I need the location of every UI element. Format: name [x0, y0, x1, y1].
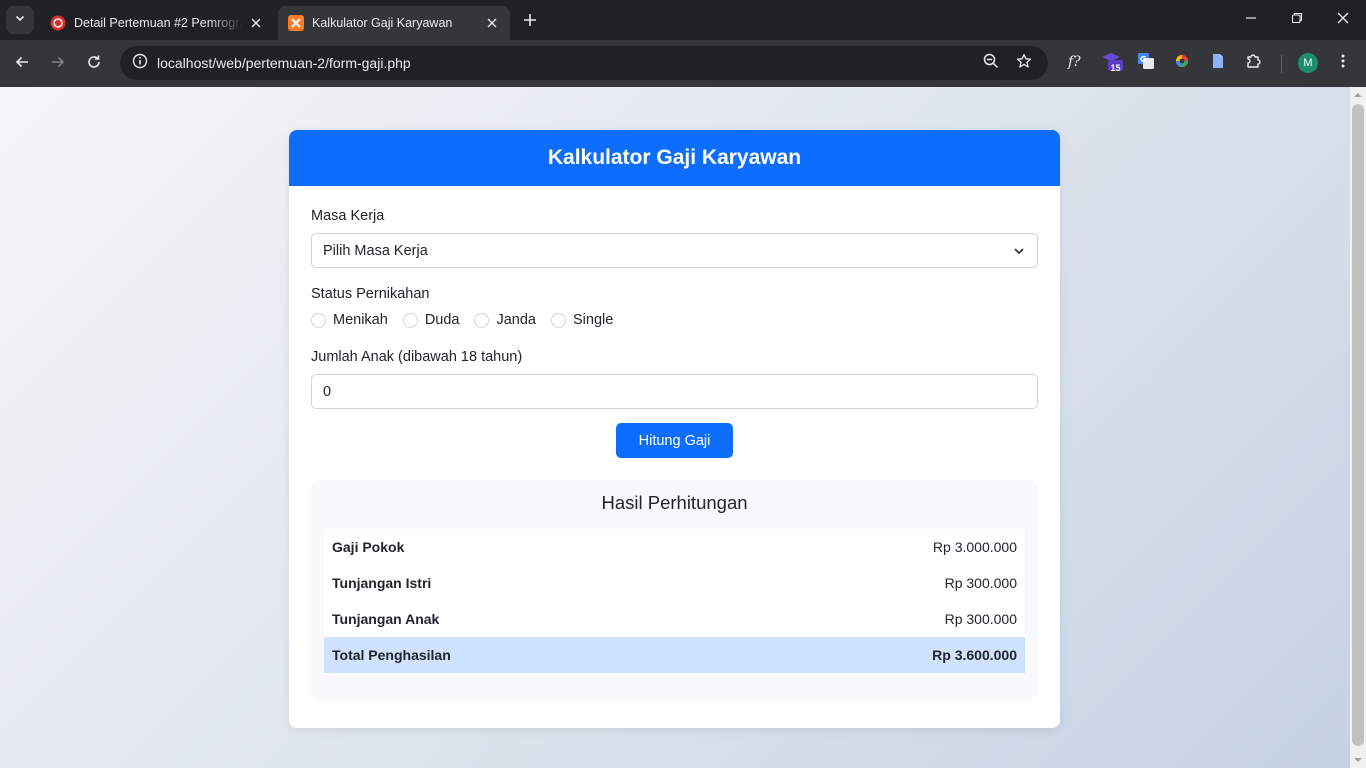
salary-calculator-card: Kalkulator Gaji Karyawan Masa Kerja Pili…: [289, 130, 1060, 728]
toolbar-divider: [1281, 55, 1282, 73]
formula-icon: f?: [1065, 52, 1083, 75]
tab-title: Detail Pertemuan #2 Pemrograman Web: [74, 16, 242, 30]
jumlah-anak-input[interactable]: 0: [311, 374, 1038, 409]
page-scrollbar[interactable]: [1350, 87, 1366, 768]
extension-formula-button[interactable]: f?: [1062, 51, 1086, 75]
tab-title: Kalkulator Gaji Karyawan: [312, 16, 453, 30]
form-body: Masa Kerja Pilih Masa Kerja Status Perni…: [289, 186, 1060, 700]
radio-button[interactable]: [474, 312, 490, 328]
bookmark-button[interactable]: [1012, 51, 1036, 75]
arrow-left-icon: [14, 54, 30, 75]
chevron-down-icon: [14, 11, 26, 29]
radio-button[interactable]: [402, 312, 418, 328]
extension-badge-button[interactable]: 15: [1100, 51, 1124, 75]
radio-janda[interactable]: Janda: [474, 312, 536, 328]
row-label: Tunjangan Istri: [332, 575, 432, 591]
status-radio-group: Menikah Duda Janda Single: [311, 310, 1038, 330]
radio-label: Single: [573, 312, 614, 328]
url-text: localhost/web/pertemuan-2/form-gaji.php: [157, 55, 411, 71]
row-value: Rp 300.000: [944, 611, 1017, 627]
minimize-button[interactable]: [1228, 0, 1274, 40]
close-icon[interactable]: [248, 15, 264, 31]
arrow-right-icon: [50, 54, 66, 75]
forward-button[interactable]: [44, 50, 72, 78]
document-icon: [1210, 53, 1226, 74]
restore-icon: [1291, 11, 1303, 29]
star-icon: [1016, 53, 1032, 74]
close-icon[interactable]: [484, 15, 500, 31]
extension-docs-button[interactable]: [1206, 51, 1230, 75]
row-label: Tunjangan Anak: [332, 611, 440, 627]
table-row: Tunjangan Istri Rp 300.000: [324, 565, 1025, 601]
tab-search-button[interactable]: [6, 6, 34, 34]
favicon-red-icon: [50, 15, 66, 31]
extension-color-button[interactable]: [1170, 51, 1194, 75]
scroll-down-button[interactable]: [1350, 752, 1366, 768]
radio-label: Janda: [496, 312, 536, 328]
extensions-menu-button[interactable]: [1242, 51, 1266, 75]
window-close-button[interactable]: [1320, 0, 1366, 40]
tab-kalkulator-gaji[interactable]: Kalkulator Gaji Karyawan: [278, 6, 510, 40]
translate-icon: G: [1137, 52, 1155, 75]
reload-icon: [86, 54, 102, 75]
more-vertical-icon: [1335, 53, 1351, 74]
svg-text:f?: f?: [1067, 54, 1081, 70]
button-row: Hitung Gaji: [311, 423, 1038, 458]
radio-button[interactable]: [311, 312, 326, 328]
zoom-out-icon: [983, 53, 999, 74]
browser-tab-strip: Detail Pertemuan #2 Pemrograman Web Kalk…: [0, 0, 1366, 40]
total-value: Rp 3.600.000: [932, 647, 1017, 663]
table-row: Gaji Pokok Rp 3.000.000: [324, 529, 1025, 565]
chevron-down-icon: [1013, 245, 1025, 261]
triangle-up-icon: [1354, 86, 1362, 104]
masa-kerja-label: Masa Kerja: [311, 208, 385, 224]
reload-button[interactable]: [80, 50, 108, 78]
back-button[interactable]: [8, 50, 36, 78]
puzzle-icon: [1245, 52, 1263, 75]
page-viewport: Kalkulator Gaji Karyawan Masa Kerja Pili…: [0, 87, 1350, 768]
scroll-thumb[interactable]: [1352, 104, 1364, 746]
tab-detail-pertemuan[interactable]: Detail Pertemuan #2 Pemrograman Web: [40, 6, 274, 40]
row-value: Rp 3.000.000: [932, 539, 1017, 555]
zoom-button[interactable]: [979, 51, 1003, 75]
triangle-down-icon: [1354, 751, 1362, 768]
radio-button[interactable]: [551, 312, 566, 328]
new-tab-button[interactable]: [518, 10, 542, 34]
xampp-icon: [288, 15, 304, 31]
total-row: Total Penghasilan Rp 3.600.000: [324, 637, 1025, 673]
row-value: Rp 300.000: [944, 575, 1017, 591]
plus-icon: [523, 13, 537, 32]
result-title: Hasil Perhitungan: [601, 492, 748, 513]
jumlah-anak-label: Jumlah Anak (dibawah 18 tahun): [311, 349, 523, 365]
masa-kerja-select[interactable]: Pilih Masa Kerja: [311, 233, 1038, 268]
table-row: Tunjangan Anak Rp 300.000: [324, 601, 1025, 637]
radio-menikah[interactable]: Menikah: [311, 312, 388, 328]
page-title: Kalkulator Gaji Karyawan: [289, 130, 1060, 186]
minimize-icon: [1245, 11, 1257, 29]
masa-kerja-selected: Pilih Masa Kerja: [323, 243, 428, 259]
radio-single[interactable]: Single: [551, 312, 613, 328]
scroll-up-button[interactable]: [1350, 87, 1366, 103]
extension-translate-button[interactable]: G: [1134, 51, 1158, 75]
hitung-gaji-button[interactable]: Hitung Gaji: [616, 423, 733, 458]
site-info-button[interactable]: [126, 49, 154, 77]
radio-duda[interactable]: Duda: [402, 312, 460, 328]
close-icon: [1337, 11, 1349, 29]
restore-button[interactable]: [1274, 0, 1320, 40]
status-pernikahan-label: Status Pernikahan: [311, 286, 430, 302]
browser-menu-button[interactable]: [1331, 51, 1355, 75]
result-table: Gaji Pokok Rp 3.000.000 Tunjangan Istri …: [324, 529, 1025, 673]
browser-toolbar: localhost/web/pertemuan-2/form-gaji.php …: [0, 40, 1366, 87]
color-wheel-icon: [1174, 53, 1190, 74]
radio-label: Duda: [424, 312, 460, 328]
profile-avatar[interactable]: M: [1298, 53, 1318, 73]
row-label: Gaji Pokok: [332, 539, 405, 555]
radio-label: Menikah: [333, 312, 388, 328]
total-label: Total Penghasilan: [332, 647, 451, 663]
svg-text:G: G: [1140, 55, 1147, 64]
extension-badge-count: 15: [1110, 62, 1121, 73]
info-icon: [132, 53, 148, 74]
result-panel: Hasil Perhitungan Gaji Pokok Rp 3.000.00…: [311, 480, 1038, 700]
address-bar[interactable]: localhost/web/pertemuan-2/form-gaji.php: [120, 46, 1048, 80]
